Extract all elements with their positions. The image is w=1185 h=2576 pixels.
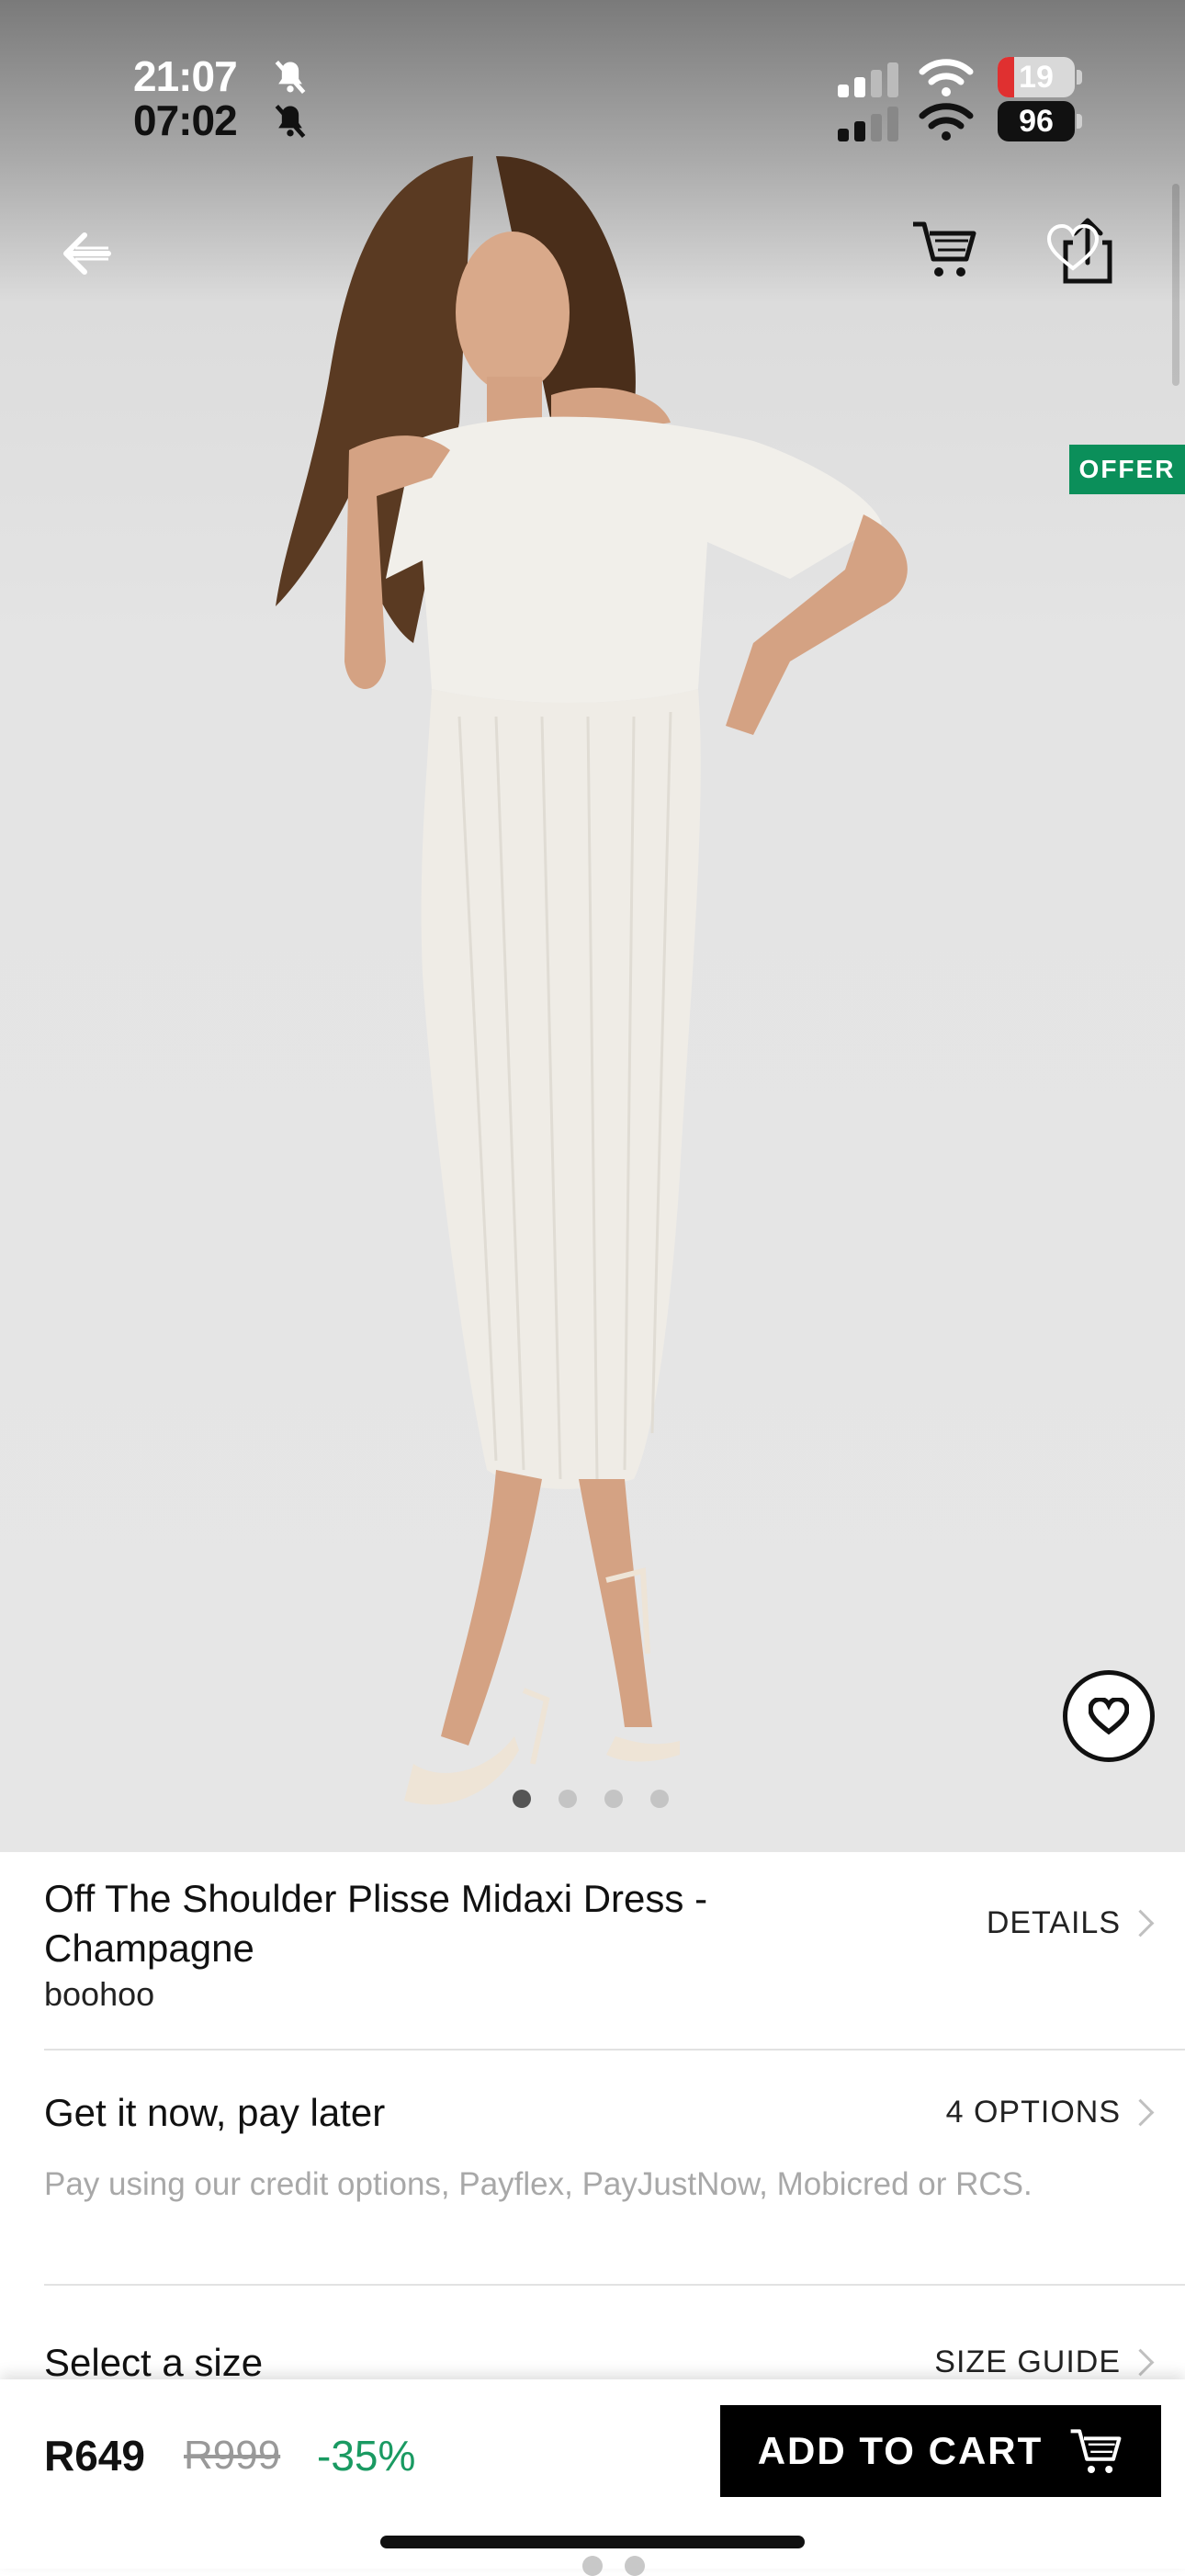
wifi-icon (919, 103, 974, 141)
product-photo (276, 156, 908, 1805)
sale-price: R649 (44, 2432, 145, 2480)
carousel-dot[interactable] (604, 1790, 623, 1808)
purchase-bar: R649 R999 -35% ADD TO CART (0, 2379, 1185, 2576)
cellular-signal-icon (838, 107, 898, 141)
page-dot (582, 2556, 603, 2576)
silent-bell-icon (275, 60, 306, 95)
offer-badge: OFFER (1069, 445, 1185, 494)
product-brand[interactable]: boohoo (44, 1975, 154, 2014)
wifi-icon (919, 59, 974, 96)
status-time-primary: 21:07 (133, 52, 238, 100)
battery-level: 19 (1019, 60, 1054, 95)
divider (44, 2049, 1185, 2051)
select-size-heading: Select a size (44, 2341, 264, 2384)
cart-icon[interactable] (909, 217, 977, 281)
carousel-dot[interactable] (559, 1790, 577, 1808)
carousel-dot[interactable] (650, 1790, 669, 1808)
divider (44, 2284, 1185, 2286)
chevron-right-icon (1126, 2098, 1155, 2127)
battery-level: 96 (1019, 104, 1054, 139)
carousel-pagination[interactable] (513, 1790, 669, 1808)
product-image-carousel[interactable]: 21:07 07:02 19 96 OFFER (0, 0, 1185, 1852)
cart-icon (1070, 2429, 1122, 2473)
payment-description: Pay using our credit options, Payflex, P… (44, 2166, 1033, 2202)
silent-bell-icon (275, 104, 306, 139)
add-to-cart-button[interactable]: ADD TO CART (720, 2405, 1161, 2497)
back-arrow-icon[interactable] (57, 224, 116, 283)
scroll-indicator (1172, 184, 1179, 386)
add-to-wishlist-button[interactable] (1063, 1670, 1155, 1762)
size-guide-link[interactable]: SIZE GUIDE (934, 2344, 1121, 2380)
battery-indicator: 96 (998, 101, 1075, 141)
payment-options-link[interactable]: 4 OPTIONS (946, 2095, 1121, 2130)
chevron-right-icon (1126, 1909, 1155, 1938)
status-bar: 21:07 07:02 19 96 (0, 0, 1185, 147)
carousel-dot[interactable] (513, 1790, 531, 1808)
details-link[interactable]: DETAILS (987, 1905, 1121, 1941)
original-price: R999 (184, 2433, 281, 2478)
home-indicator[interactable] (380, 2536, 805, 2548)
status-time-secondary: 07:02 (133, 96, 238, 144)
chevron-right-icon (1126, 2348, 1155, 2377)
product-title: Off The Shoulder Plisse Midaxi Dress - C… (44, 1877, 708, 1970)
battery-indicator: 19 (998, 57, 1075, 97)
discount-percent: -35% (317, 2432, 416, 2480)
heart-icon (1089, 1698, 1129, 1734)
add-to-cart-label: ADD TO CART (757, 2429, 1044, 2472)
cellular-signal-icon (838, 62, 898, 97)
page-dot (625, 2556, 645, 2576)
heart-icon[interactable] (1047, 224, 1099, 272)
pay-later-heading: Get it now, pay later (44, 2091, 386, 2134)
